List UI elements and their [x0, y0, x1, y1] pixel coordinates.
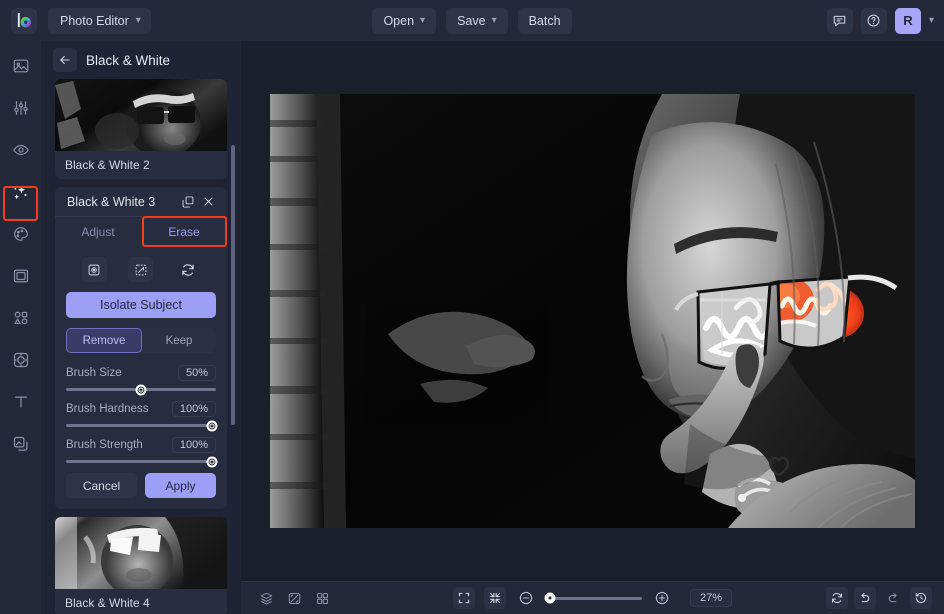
brush-hardness-label: Brush Hardness [66, 403, 149, 415]
apply-button[interactable]: Apply [145, 473, 216, 498]
active-layer-header: Black & White 3 [55, 187, 227, 217]
top-bar-right-group: R ▾ [826, 0, 934, 41]
brush-strength-track[interactable] [66, 456, 217, 467]
zoom-slider-knob[interactable] [544, 592, 556, 604]
fit-screen-button[interactable] [452, 587, 475, 609]
rail-item-textures[interactable] [6, 429, 36, 459]
brush-size-track[interactable] [66, 384, 216, 395]
brush-size-label: Brush Size [66, 367, 122, 379]
chevron-down-icon: ▾ [135, 14, 141, 26]
tab-adjust[interactable]: Adjust [55, 217, 141, 247]
feedback-button[interactable] [826, 7, 853, 34]
photo-editor-app: Photo Editor ▾ Open ▾ Save ▾ Batch R ▾ B… [0, 0, 944, 614]
mode-keep-label: Keep [165, 334, 193, 347]
tab-erase-label: Erase [168, 225, 200, 239]
active-layer-title: Black & White 3 [67, 194, 156, 209]
panel-scrollbar[interactable] [231, 145, 235, 425]
batch-button-label: Batch [528, 13, 561, 28]
zoom-slider[interactable] [544, 592, 642, 604]
zoom-out-button[interactable] [515, 587, 537, 609]
refresh-icon[interactable] [175, 257, 200, 282]
app-logo[interactable] [11, 7, 37, 34]
brush-hardness-slider: Brush Hardness 100% [66, 401, 217, 431]
bottom-bar: 27% [241, 581, 944, 614]
brush-size-value: 50% [177, 365, 216, 381]
actual-size-button[interactable] [483, 587, 506, 609]
layer-tabs: Adjust Erase [55, 216, 227, 247]
rail-item-frames[interactable] [6, 261, 36, 291]
brush-size-knob[interactable] [135, 384, 147, 395]
redo-button[interactable] [882, 587, 904, 609]
brush-hardness-value: 100% [171, 401, 216, 417]
duplicate-icon[interactable] [178, 192, 198, 212]
bottom-bar-right [826, 587, 932, 609]
brush-circle-icon[interactable] [81, 257, 107, 282]
panel-header: Black & White [41, 41, 241, 79]
mode-remove[interactable]: Remove [66, 328, 142, 353]
mode-remove-label: Remove [82, 334, 126, 347]
open-button[interactable]: Open ▾ [372, 7, 437, 34]
save-button-label: Save [457, 13, 486, 28]
app-switcher-label: Photo Editor [60, 13, 129, 28]
avatar-label: R [903, 13, 913, 28]
rail-item-artsy[interactable] [6, 219, 36, 249]
apply-cancel-row: Cancel Apply [66, 473, 216, 498]
list-item[interactable]: Black & White 4 [55, 517, 227, 614]
reset-button[interactable] [826, 587, 848, 609]
list-item-label: Black & White 4 [65, 596, 150, 610]
rail-item-touch-up[interactable] [6, 135, 36, 165]
close-icon[interactable] [198, 192, 218, 212]
brush-hardness-knob[interactable] [206, 420, 217, 431]
erase-mode-toggle: Remove Keep [66, 328, 216, 353]
history-button[interactable] [910, 587, 932, 609]
back-button[interactable] [53, 48, 77, 72]
top-bar: Photo Editor ▾ Open ▾ Save ▾ Batch R ▾ [0, 0, 944, 41]
rail-item-graphics[interactable] [6, 303, 36, 333]
zoom-value: 27% [689, 589, 733, 607]
brush-size-slider: Brush Size 50% [66, 365, 216, 395]
avatar[interactable]: R [894, 7, 921, 34]
brush-strength-label: Brush Strength [66, 439, 143, 451]
batch-button[interactable]: Batch [517, 7, 572, 34]
panel-scroll-region: Black & White 2 Black & White 3 Adjust E… [41, 79, 241, 614]
layer-thumbnail [55, 517, 227, 589]
rail-item-overlays[interactable] [6, 345, 36, 375]
rail-item-effects[interactable] [6, 177, 36, 207]
edited-photo[interactable] [270, 94, 915, 528]
chevron-down-icon: ▾ [491, 14, 497, 26]
list-item-label: Black & White 2 [65, 158, 150, 172]
erase-tools-row [55, 247, 227, 290]
tab-erase[interactable]: Erase [141, 217, 227, 247]
effects-side-panel: Black & White Black & White 2 Black & Wh… [41, 41, 241, 614]
chevron-down-icon: ▾ [420, 14, 426, 26]
canvas-area[interactable] [241, 41, 944, 581]
active-layer-card: Black & White 3 Adjust Erase Isolate Sub… [55, 187, 227, 509]
brush-strength-knob[interactable] [206, 456, 217, 467]
isolate-subject-button[interactable]: Isolate Subject [66, 292, 216, 318]
rail-item-text[interactable] [6, 387, 36, 417]
layer-thumbnail [55, 79, 227, 151]
brush-hardness-track[interactable] [66, 420, 217, 431]
zoom-in-button[interactable] [651, 587, 673, 609]
save-button[interactable]: Save ▾ [446, 7, 508, 34]
app-switcher[interactable]: Photo Editor ▾ [48, 7, 151, 34]
mode-keep[interactable]: Keep [142, 328, 216, 353]
rail-item-image[interactable] [6, 51, 36, 81]
help-button[interactable] [860, 7, 887, 34]
left-tool-rail [0, 41, 41, 614]
panel-title: Black & White [86, 52, 171, 68]
cancel-button[interactable]: Cancel [66, 473, 137, 498]
chevron-down-icon[interactable]: ▾ [929, 15, 934, 26]
tab-adjust-label: Adjust [81, 225, 115, 239]
rail-item-edit[interactable] [6, 93, 36, 123]
undo-button[interactable] [854, 587, 876, 609]
lasso-shape-icon[interactable] [128, 257, 154, 282]
brush-strength-value: 100% [171, 437, 216, 453]
brush-strength-slider: Brush Strength 100% [66, 437, 217, 467]
open-button-label: Open [383, 13, 415, 28]
list-item[interactable]: Black & White 2 [55, 79, 227, 179]
